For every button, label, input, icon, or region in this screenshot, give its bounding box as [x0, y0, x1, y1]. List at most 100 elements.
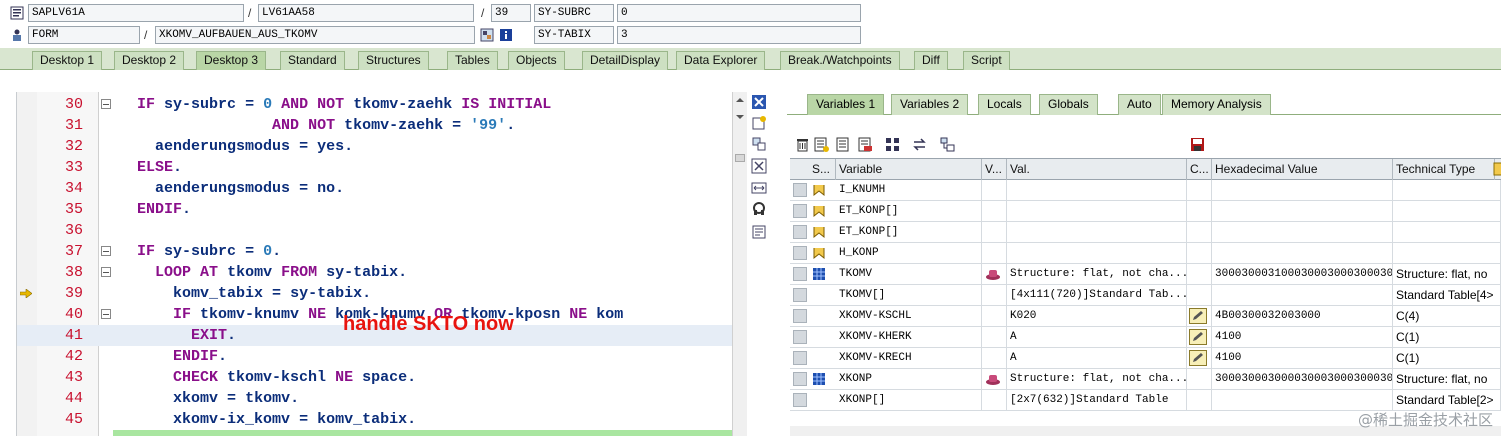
view-cell[interactable] — [982, 348, 1007, 368]
tab-standard[interactable]: Standard — [280, 51, 345, 70]
view-cell[interactable] — [982, 222, 1007, 242]
hierarchy-icon[interactable] — [885, 137, 900, 152]
view-cell[interactable] — [982, 285, 1007, 305]
code-line[interactable]: 30 IF sy-subrc = 0 AND NOT tkomv-zaehk IS… — [17, 94, 732, 115]
variable-name-cell[interactable]: TKOMV[] — [836, 285, 982, 305]
fold-toggle-icon[interactable] — [101, 267, 111, 277]
change-cell[interactable] — [1187, 243, 1212, 263]
resize-tool-icon[interactable] — [751, 180, 767, 196]
services-tool-icon[interactable] — [751, 202, 767, 218]
code-line[interactable]: 31 AND NOT tkomv-zaehk = '99'. — [17, 115, 732, 136]
table-row[interactable]: XKONP Structure: flat, not cha... 30003000… — [790, 369, 1501, 390]
tab-breakpoints-watchpoints[interactable]: Break./Watchpoints — [780, 51, 900, 70]
change-cell[interactable] — [1187, 222, 1212, 242]
table-row[interactable]: XKOMV-KSCHL K020 4B00300032003000 C(4) — [790, 306, 1501, 327]
value-cell[interactable]: Structure: flat, not cha... — [1007, 264, 1187, 284]
view-cell[interactable] — [982, 369, 1007, 389]
change-cell[interactable] — [1187, 180, 1212, 200]
variable-name-cell[interactable]: XKONP[] — [836, 390, 982, 410]
tab-desktop-1[interactable]: Desktop 1 — [32, 51, 103, 70]
change-cell[interactable] — [1187, 306, 1212, 326]
tab-memory-analysis[interactable]: Memory Analysis — [1162, 94, 1271, 115]
value-cell[interactable]: [2x7(632)]Standard Table — [1007, 390, 1187, 410]
code-line[interactable]: 37 IF sy-subrc = 0. — [17, 241, 732, 262]
table-row[interactable]: TKOMV[] [4x111(720)]Standard Tab... Standa… — [790, 285, 1501, 306]
sy-subrc-value[interactable]: 0 — [617, 4, 861, 22]
value-cell[interactable] — [1007, 180, 1187, 200]
value-cell[interactable]: K020 — [1007, 306, 1187, 326]
tab-data-explorer[interactable]: Data Explorer — [676, 51, 766, 70]
view-cell[interactable] — [982, 180, 1007, 200]
view-cell[interactable] — [982, 306, 1007, 326]
object-view-icon[interactable] — [985, 372, 1001, 386]
save-icon[interactable] — [1190, 137, 1205, 152]
column-settings-icon[interactable] — [1493, 162, 1501, 176]
change-cell[interactable] — [1187, 285, 1212, 305]
row-selector[interactable] — [793, 183, 807, 197]
edit-pencil-icon[interactable] — [1189, 329, 1207, 345]
settings-tool-icon[interactable] — [751, 224, 767, 240]
view-cell[interactable] — [982, 327, 1007, 347]
append-row-icon[interactable] — [836, 137, 851, 152]
code-line[interactable]: 42 ENDIF. — [17, 346, 732, 367]
code-line[interactable]: 38 LOOP AT tkomv FROM sy-tabix. — [17, 262, 732, 283]
value-cell[interactable]: [4x111(720)]Standard Tab... — [1007, 285, 1187, 305]
column-header-hex[interactable]: Hexadecimal Value — [1212, 159, 1393, 180]
tab-diff[interactable]: Diff — [914, 51, 948, 70]
variable-name-cell[interactable]: H_KONP — [836, 243, 982, 263]
edit-pencil-icon[interactable] — [1189, 350, 1207, 366]
fold-toggle-icon[interactable] — [101, 99, 111, 109]
column-header-variable[interactable]: Variable — [836, 159, 982, 180]
variable-name-cell[interactable]: ET_KONP[] — [836, 222, 982, 242]
row-selector[interactable] — [793, 309, 807, 323]
column-header-value[interactable]: Val. — [1007, 159, 1187, 180]
code-line[interactable]: 33 ELSE. — [17, 157, 732, 178]
tab-detail-display[interactable]: DetailDisplay — [582, 51, 669, 70]
change-cell[interactable] — [1187, 348, 1212, 368]
info-icon[interactable] — [499, 28, 513, 42]
column-header-technical-type[interactable]: Technical Type — [1393, 159, 1495, 180]
scroll-down-icon[interactable] — [735, 112, 745, 122]
table-row[interactable]: ET_KONP[] — [790, 222, 1501, 243]
variable-name-cell[interactable]: XKOMV-KRECH — [836, 348, 982, 368]
row-selector[interactable] — [793, 330, 807, 344]
code-line[interactable]: 43 CHECK tkomv-kschl NE space. — [17, 367, 732, 388]
row-selector[interactable] — [793, 372, 807, 386]
new-tool-icon[interactable] — [751, 115, 767, 131]
tab-auto[interactable]: Auto — [1118, 94, 1161, 115]
tab-objects[interactable]: Objects — [508, 51, 565, 70]
fold-toggle-icon[interactable] — [101, 246, 111, 256]
table-row[interactable]: XKOMV-KHERK A 4100 C(1) — [790, 327, 1501, 348]
object-view-icon[interactable] — [985, 267, 1001, 281]
code-line[interactable]: 39 komv_tabix = sy-tabix. — [17, 283, 732, 304]
tree-view-icon[interactable] — [940, 137, 955, 152]
variable-name-cell[interactable]: ET_KONP[] — [836, 201, 982, 221]
tab-locals[interactable]: Locals — [978, 94, 1031, 115]
value-cell[interactable] — [1007, 243, 1187, 263]
variable-name-cell[interactable]: TKOMV — [836, 264, 982, 284]
row-selector[interactable] — [793, 225, 807, 239]
table-row[interactable]: XKOMV-KRECH A 4100 C(1) — [790, 348, 1501, 369]
row-selector[interactable] — [793, 351, 807, 365]
tab-desktop-3[interactable]: Desktop 3 — [196, 51, 267, 70]
row-selector[interactable] — [793, 267, 807, 281]
edit-pencil-icon[interactable] — [1189, 308, 1207, 324]
tab-structures[interactable]: Structures — [358, 51, 429, 70]
variable-name-cell[interactable]: XKONP — [836, 369, 982, 389]
code-line[interactable]: 32 aenderungsmodus = yes. — [17, 136, 732, 157]
navigate-source-icon[interactable] — [480, 28, 494, 42]
change-cell[interactable] — [1187, 369, 1212, 389]
scroll-thumb[interactable] — [735, 154, 745, 162]
column-header-v[interactable]: V... — [982, 159, 1007, 180]
view-cell[interactable] — [982, 201, 1007, 221]
column-header-status[interactable]: S... — [809, 159, 836, 180]
table-row[interactable]: I_KNUMH — [790, 180, 1501, 201]
source-code-editor[interactable]: 30 IF sy-subrc = 0 AND NOT tkomv-zaehk IS… — [16, 92, 747, 436]
fold-toggle-icon[interactable] — [101, 309, 111, 319]
scroll-up-icon[interactable] — [735, 95, 745, 105]
tab-tables[interactable]: Tables — [447, 51, 498, 70]
table-row[interactable]: TKOMV Structure: flat, not cha... 30003000… — [790, 264, 1501, 285]
tab-globals[interactable]: Globals — [1039, 94, 1098, 115]
transfer-icon[interactable] — [912, 137, 927, 152]
variable-name-cell[interactable]: I_KNUMH — [836, 180, 982, 200]
